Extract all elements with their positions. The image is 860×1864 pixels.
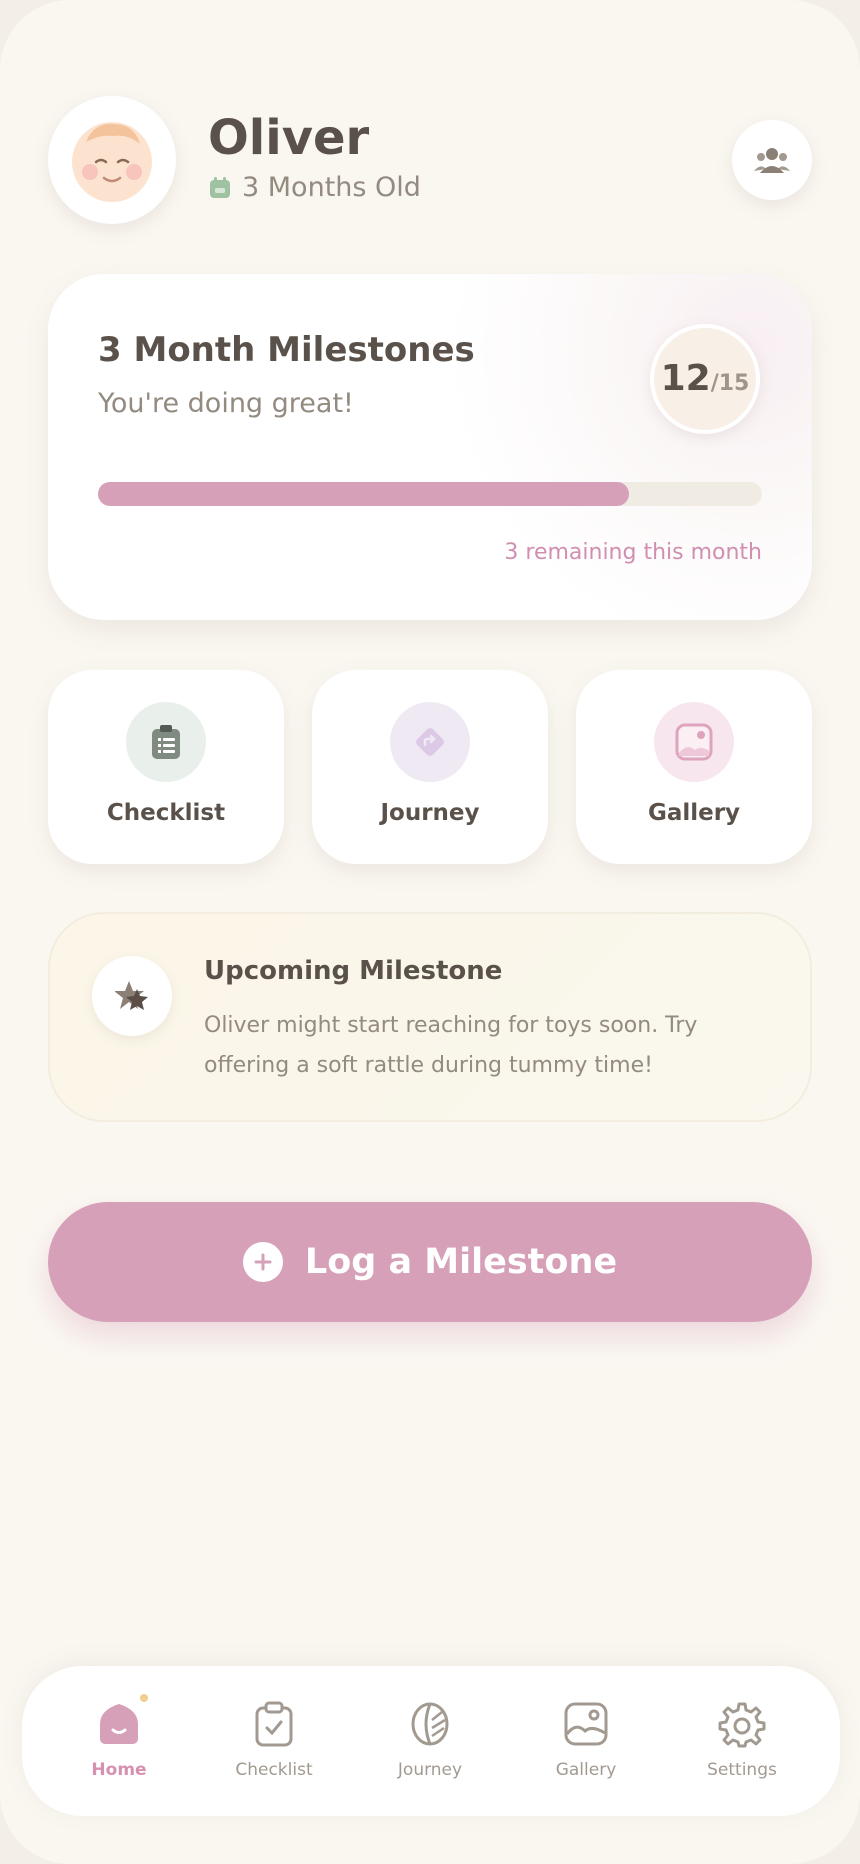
baby-face-icon (72, 122, 152, 202)
tile-journey-label: Journey (380, 800, 480, 826)
baby-name: Oliver (208, 110, 370, 166)
tile-gallery-label: Gallery (647, 800, 741, 826)
nav-gallery-label: Gallery (555, 1760, 617, 1780)
clipboard-icon (126, 702, 206, 782)
app-screen: Oliver 3 Months Old 3 Month Milestones Y… (0, 0, 860, 1864)
image-icon (564, 1702, 608, 1746)
log-milestone-label: Log a Milestone (304, 1242, 618, 1282)
calendar-icon (210, 176, 230, 198)
clipboard-check-icon (255, 1701, 293, 1747)
tile-checklist-label: Checklist (106, 800, 226, 826)
nav-checklist[interactable]: Checklist (214, 1700, 334, 1790)
tile-journey[interactable]: Journey (312, 670, 548, 864)
milestone-progress-bar (98, 482, 762, 506)
nav-journey[interactable]: Journey (370, 1700, 490, 1790)
nav-journey-label: Journey (397, 1760, 463, 1780)
upcoming-milestone-card: Upcoming Milestone Oliver might start re… (48, 912, 812, 1122)
upcoming-title: Upcoming Milestone (204, 956, 503, 986)
milestone-card-subtitle: You're doing great! (98, 388, 354, 419)
milestone-completed-count: 12 (660, 358, 711, 399)
family-icon (754, 148, 790, 173)
milestone-card-title: 3 Month Milestones (98, 330, 475, 370)
milestone-progress-fill (98, 482, 630, 506)
notification-dot (140, 1694, 148, 1702)
star-icon (92, 956, 172, 1036)
log-milestone-button[interactable]: Log a Milestone (48, 1202, 812, 1322)
milestone-remaining-text: 3 remaining this month (504, 540, 762, 565)
nav-home-label: Home (91, 1760, 147, 1780)
age-row: 3 Months Old (208, 172, 421, 203)
gear-icon (718, 1702, 766, 1748)
nav-gallery[interactable]: Gallery (526, 1700, 646, 1790)
milestone-progress-card[interactable]: 3 Month Milestones You're doing great! 1… (48, 274, 812, 620)
nav-settings[interactable]: Settings (682, 1700, 802, 1790)
tile-gallery[interactable]: Gallery (576, 670, 812, 864)
milestone-total-count: /15 (710, 371, 750, 396)
leaf-icon (411, 1702, 449, 1746)
nav-home[interactable]: Home (59, 1700, 179, 1790)
image-icon (654, 702, 734, 782)
milestone-count-badge: 12 /15 (650, 324, 760, 434)
baby-age: 3 Months Old (242, 172, 421, 203)
plus-icon (242, 1242, 283, 1282)
diamond-arrow-icon (390, 702, 470, 782)
family-button[interactable] (732, 120, 812, 200)
upcoming-description: Oliver might start reaching for toys soo… (204, 1013, 698, 1078)
bottom-nav: Home Checklist Journey Gallery Settings (22, 1666, 840, 1816)
tile-checklist[interactable]: Checklist (48, 670, 284, 864)
home-icon (100, 1704, 138, 1744)
nav-checklist-label: Checklist (235, 1760, 313, 1780)
nav-settings-label: Settings (707, 1760, 777, 1780)
baby-avatar[interactable] (48, 96, 176, 224)
